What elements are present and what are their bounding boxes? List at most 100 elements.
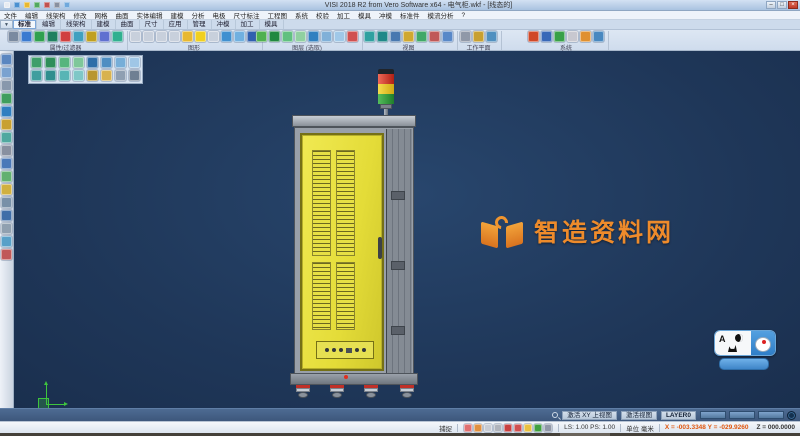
toolbar-icon[interactable] bbox=[1, 132, 12, 143]
toolbar-icon[interactable] bbox=[31, 70, 42, 81]
toolbar-icon[interactable] bbox=[1, 119, 12, 130]
toolbar-icon[interactable] bbox=[86, 31, 97, 42]
toolbar-icon[interactable] bbox=[87, 57, 98, 68]
active-workplane[interactable]: 激活 XY 上视图 bbox=[562, 411, 617, 420]
toolbar-icon[interactable] bbox=[143, 31, 154, 42]
menu-item[interactable]: 实体编辑 bbox=[133, 10, 167, 20]
ime-widget[interactable]: A bbox=[714, 330, 776, 374]
ribbon-tab[interactable]: 应用 bbox=[164, 20, 188, 29]
toolbar-icon[interactable] bbox=[1, 171, 12, 182]
toolbar-icon[interactable] bbox=[473, 31, 484, 42]
toolbar-icon[interactable] bbox=[442, 31, 453, 42]
toolbar-icon[interactable] bbox=[534, 424, 542, 432]
toolbar-icon[interactable] bbox=[54, 2, 60, 8]
toolbar-icon[interactable] bbox=[464, 424, 472, 432]
toolbar-icon[interactable] bbox=[87, 70, 98, 81]
door-handle[interactable] bbox=[378, 237, 382, 259]
toolbar-icon[interactable] bbox=[73, 57, 84, 68]
toolbar-icon[interactable] bbox=[486, 31, 497, 42]
menu-item[interactable]: 网格 bbox=[91, 10, 112, 20]
toolbar-icon[interactable] bbox=[14, 2, 20, 8]
active-view[interactable]: 激活视图 bbox=[621, 411, 657, 420]
toolbar-icon[interactable] bbox=[416, 31, 427, 42]
toolbar-icon[interactable] bbox=[334, 31, 345, 42]
toolbar-icon[interactable] bbox=[115, 70, 126, 81]
toolbar-icon[interactable] bbox=[101, 57, 112, 68]
ribbon-tab[interactable]: 冲模 bbox=[212, 20, 236, 29]
toolbar-icon[interactable] bbox=[1, 80, 12, 91]
doraemon-icon[interactable] bbox=[751, 331, 775, 355]
snap-label[interactable]: 捕捉 bbox=[439, 423, 452, 433]
toolbar-icon[interactable] bbox=[99, 31, 110, 42]
menu-item[interactable]: 模流分析 bbox=[424, 10, 458, 20]
toolbar-icon[interactable] bbox=[541, 31, 552, 42]
menu-item[interactable]: 电极 bbox=[209, 10, 230, 20]
toolbar-icon[interactable] bbox=[59, 57, 70, 68]
toolbar-icon[interactable] bbox=[44, 2, 50, 8]
globe-icon[interactable] bbox=[787, 411, 796, 420]
ribbon-tab[interactable]: 尺寸 bbox=[140, 20, 164, 29]
toolbar-icon[interactable] bbox=[347, 31, 358, 42]
toolbar-icon[interactable] bbox=[182, 31, 193, 42]
magnifier-icon[interactable] bbox=[552, 412, 558, 418]
menu-item[interactable]: 编辑 bbox=[21, 10, 42, 20]
menu-item[interactable]: 曲面 bbox=[112, 10, 133, 20]
toolbar-icon[interactable] bbox=[64, 2, 70, 8]
toolbar-icon[interactable] bbox=[282, 31, 293, 42]
toolbar-icon[interactable] bbox=[308, 31, 319, 42]
toolbar-icon[interactable] bbox=[390, 31, 401, 42]
ime-toolbar[interactable] bbox=[719, 358, 769, 370]
toolbar-icon[interactable] bbox=[73, 31, 84, 42]
maximize-button[interactable]: □ bbox=[777, 1, 787, 9]
toolbar-icon[interactable] bbox=[494, 424, 502, 432]
toolbar-icon[interactable] bbox=[1, 210, 12, 221]
toolbar-icon[interactable] bbox=[484, 424, 492, 432]
toolbar-icon[interactable] bbox=[524, 424, 532, 432]
toolbar-icon[interactable] bbox=[47, 31, 58, 42]
toolbar-icon[interactable] bbox=[1, 197, 12, 208]
toolbar-icon[interactable] bbox=[24, 2, 30, 8]
toolbar-icon[interactable] bbox=[593, 31, 604, 42]
ribbon-tab[interactable]: 线架构 bbox=[61, 20, 92, 29]
ribbon-tab[interactable]: 标准 bbox=[13, 20, 37, 29]
toolbar-icon[interactable] bbox=[514, 424, 522, 432]
toolbar-icon[interactable] bbox=[1, 236, 12, 247]
toolbar-icon[interactable] bbox=[295, 31, 306, 42]
toolbar-icon[interactable] bbox=[403, 31, 414, 42]
toolbar-icon[interactable] bbox=[1, 223, 12, 234]
ribbon-tab[interactable]: 编辑 bbox=[37, 20, 61, 29]
toolbar-icon[interactable] bbox=[544, 424, 552, 432]
toolbar-icon[interactable] bbox=[130, 31, 141, 42]
toolbar-icon[interactable] bbox=[269, 31, 280, 42]
toolbar-icon[interactable] bbox=[580, 31, 591, 42]
toolbar-icon[interactable] bbox=[59, 70, 70, 81]
menu-item[interactable]: 加工 bbox=[333, 10, 354, 20]
toolbar-icon[interactable] bbox=[528, 31, 539, 42]
viewport-3d[interactable]: 智造资料网 A bbox=[14, 51, 800, 408]
toolbar-icon[interactable] bbox=[156, 31, 167, 42]
toolbar-icon[interactable] bbox=[256, 31, 267, 42]
menu-item[interactable]: 模具 bbox=[354, 10, 375, 20]
toolbar-icon[interactable] bbox=[429, 31, 440, 42]
toolbar-icon[interactable] bbox=[1, 93, 12, 104]
toolbar-icon[interactable] bbox=[221, 31, 232, 42]
ribbon-tab[interactable]: 管理 bbox=[188, 20, 212, 29]
toolbar-icon[interactable] bbox=[208, 31, 219, 42]
ribbon-tab[interactable]: 曲面 bbox=[116, 20, 140, 29]
toolbar-icon[interactable] bbox=[321, 31, 332, 42]
menu-item[interactable]: 建模 bbox=[167, 10, 188, 20]
menu-item[interactable]: 尺寸标注 bbox=[230, 10, 264, 20]
toolbar-icon[interactable] bbox=[1, 106, 12, 117]
toolbar-icon[interactable] bbox=[60, 31, 71, 42]
toolbar-icon[interactable] bbox=[45, 57, 56, 68]
strip-button[interactable] bbox=[729, 411, 755, 419]
toolbar-icon[interactable] bbox=[21, 31, 32, 42]
toolbar-icon[interactable] bbox=[234, 31, 245, 42]
strip-button[interactable] bbox=[700, 411, 726, 419]
toolbar-icon[interactable] bbox=[129, 57, 140, 68]
menu-item[interactable]: 系统 bbox=[291, 10, 312, 20]
units-indicator[interactable]: 单位 毫米 bbox=[626, 423, 654, 433]
toolbar-icon[interactable] bbox=[34, 31, 45, 42]
menu-item[interactable]: 修改 bbox=[70, 10, 91, 20]
menu-item[interactable]: 分析 bbox=[188, 10, 209, 20]
